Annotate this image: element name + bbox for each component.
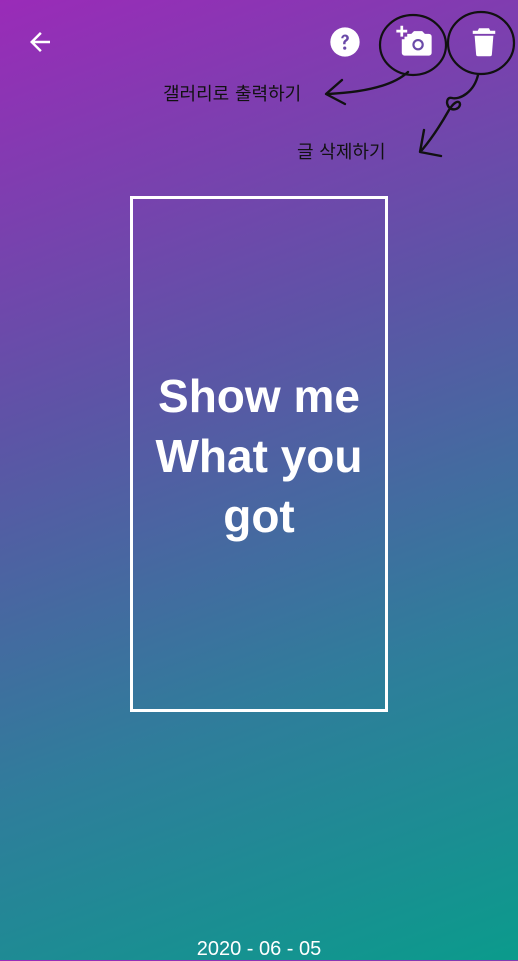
post-card: Show me What you got xyxy=(130,196,388,712)
arrow-left-icon xyxy=(30,32,50,52)
post-date: 2020 - 06 - 05 xyxy=(196,938,322,960)
back-button[interactable] xyxy=(22,24,58,60)
trash-icon xyxy=(472,28,496,57)
save-to-gallery-button[interactable] xyxy=(393,22,435,62)
add-photo-camera-icon xyxy=(396,25,432,56)
post-text: Show me What you got xyxy=(155,370,363,542)
help-button[interactable] xyxy=(327,24,363,60)
delete-post-button[interactable] xyxy=(465,22,503,62)
question-circle-icon xyxy=(330,27,360,57)
save-to-gallery-annotation: 갤러리로 출력하기 xyxy=(163,84,302,105)
delete-post-annotation: 글 삭제하기 xyxy=(297,142,386,163)
